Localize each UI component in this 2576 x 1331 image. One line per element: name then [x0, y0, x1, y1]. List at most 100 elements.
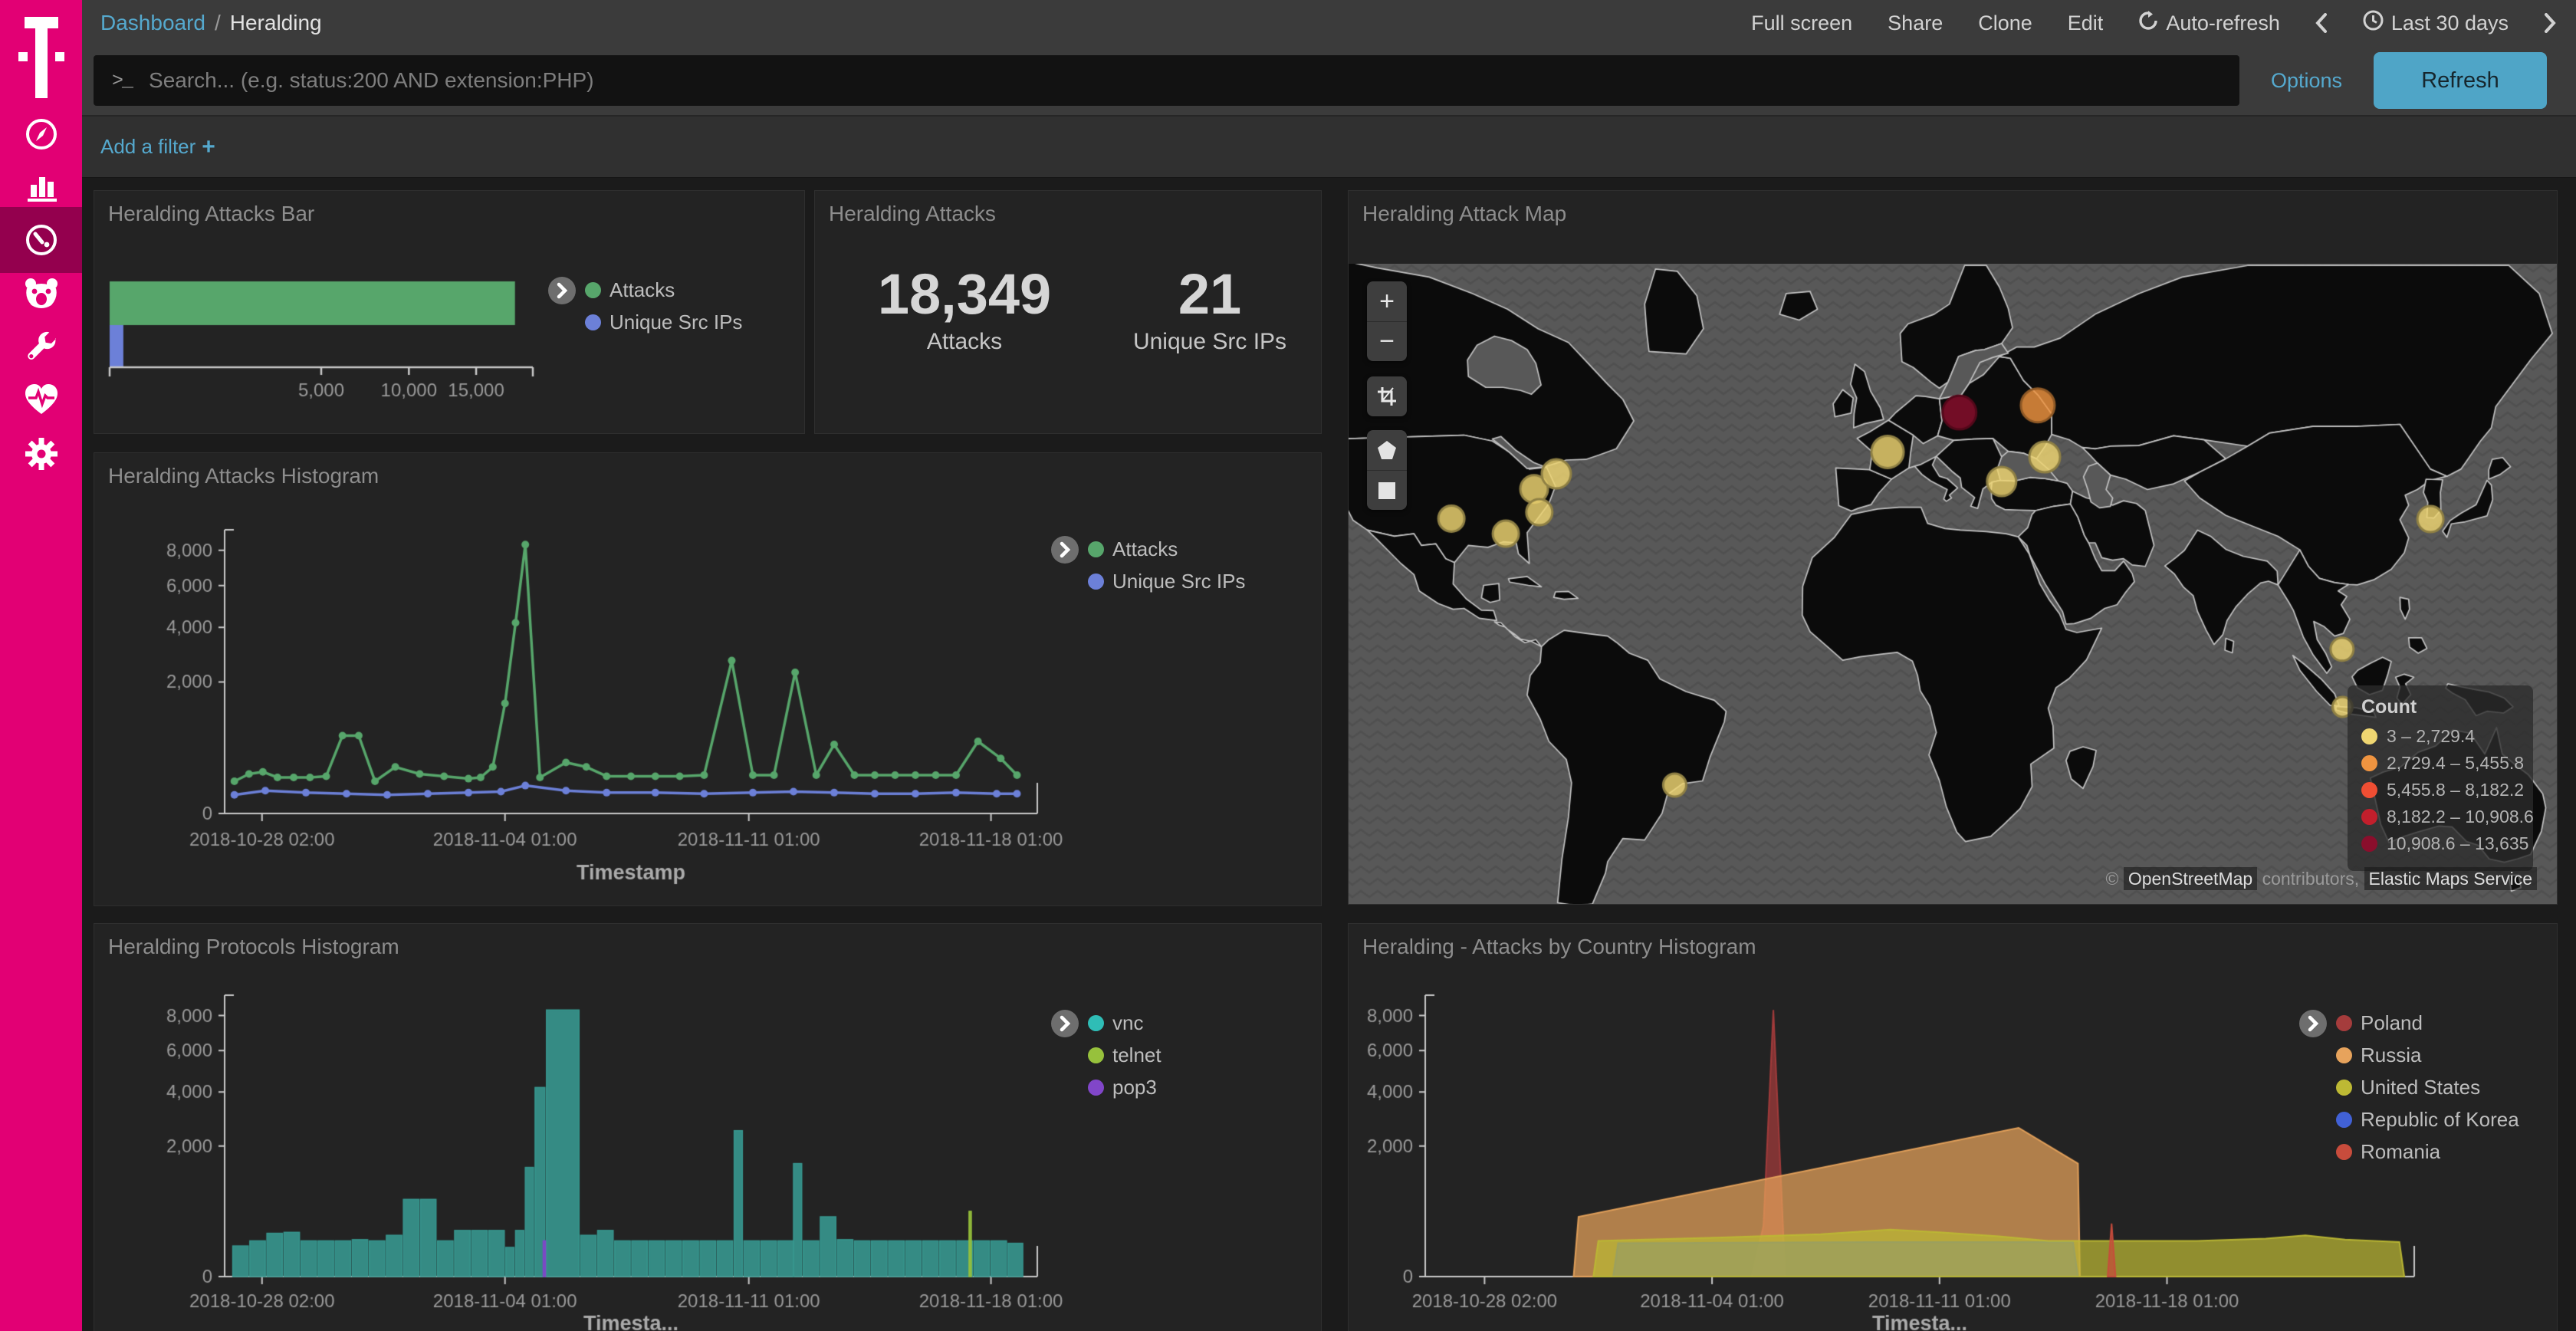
- sidebar-item-dashboard[interactable]: [0, 207, 82, 273]
- compass-icon: [25, 117, 58, 151]
- legend-item[interactable]: United States: [2336, 1076, 2519, 1099]
- legend-dot: [585, 282, 601, 298]
- legend-item[interactable]: Russia: [2336, 1043, 2519, 1067]
- search-input[interactable]: [147, 67, 2221, 94]
- legend-dot: [2361, 755, 2377, 771]
- metric-attacks: 18,349 Attacks: [815, 265, 1114, 355]
- sidebar-item-visualize[interactable]: [0, 159, 82, 213]
- bar-chart-icon: [25, 169, 58, 203]
- sidebar-item-tpot[interactable]: [0, 267, 82, 320]
- top-navigation-bar: Dashboard / Heralding Full screen Share …: [82, 0, 2576, 46]
- legend-item[interactable]: 3 – 2,729.4: [2361, 726, 2519, 747]
- legend-dot: [2336, 1047, 2352, 1063]
- panel-heralding-attack-map: Heralding Attack Map + − Count 3 – 2,729…: [1348, 190, 2558, 905]
- bear-icon: [24, 278, 59, 310]
- panel-title: Heralding Protocols Histogram: [108, 935, 399, 959]
- heartbeat-icon: [24, 383, 59, 416]
- sidebar-item-discover[interactable]: [0, 107, 82, 161]
- breadcrumb: Dashboard / Heralding: [100, 11, 322, 35]
- gear-icon: [25, 437, 58, 471]
- legend-dot: [2336, 1112, 2352, 1128]
- legend-item[interactable]: Attacks: [585, 278, 742, 302]
- legend-item[interactable]: 8,182.2 – 10,908.6: [2361, 807, 2519, 827]
- panel-title: Heralding Attack Map: [1362, 202, 1566, 226]
- crop-icon[interactable]: [1367, 376, 1407, 416]
- chart-legend: Attacks Unique Src IPs: [548, 277, 742, 334]
- legend-item[interactable]: 5,455.8 – 8,182.2: [2361, 780, 2519, 800]
- legend-toggle-chevron-icon[interactable]: [1051, 1010, 1079, 1037]
- legend-toggle-chevron-icon[interactable]: [1051, 536, 1079, 564]
- panel-heralding-attacks-histogram: Heralding Attacks Histogram Attacks Uniq…: [94, 452, 1322, 906]
- map-count-legend: Count 3 – 2,729.4 2,729.4 – 5,455.8 5,45…: [2348, 685, 2533, 871]
- clock-icon: [2363, 10, 2384, 36]
- breadcrumb-current: Heralding: [230, 11, 322, 35]
- map-attribution: © OpenStreetMap contributors, Elastic Ma…: [2105, 869, 2537, 889]
- legend-toggle-chevron-icon[interactable]: [548, 277, 576, 304]
- time-range-back-button[interactable]: [2315, 13, 2328, 33]
- openstreetmap-link[interactable]: OpenStreetMap: [2124, 867, 2257, 890]
- legend-dot: [1088, 1047, 1104, 1063]
- draw-rectangle-button[interactable]: [1367, 470, 1407, 510]
- legend-dot: [585, 314, 601, 330]
- app-sidebar: [0, 0, 82, 1331]
- search-options-link[interactable]: Options: [2239, 69, 2374, 93]
- legend-dot: [1088, 1015, 1104, 1031]
- protocols-histogram-canvas[interactable]: [94, 924, 1322, 1331]
- legend-item[interactable]: telnet: [1088, 1043, 1162, 1067]
- legend-toggle-chevron-icon[interactable]: [2299, 1010, 2327, 1037]
- metric-unique-src-ips: 21 Unique Src IPs: [1114, 265, 1306, 355]
- filter-bar: Add a filter +: [82, 117, 2576, 178]
- legend-dot: [2361, 836, 2377, 852]
- breadcrumb-dashboard-link[interactable]: Dashboard: [100, 11, 205, 35]
- legend-item[interactable]: Unique Src IPs: [1088, 570, 1245, 593]
- legend-item[interactable]: Unique Src IPs: [585, 311, 742, 334]
- share-button[interactable]: Share: [1888, 12, 1943, 35]
- panel-attacks-by-country-histogram: Heralding - Attacks by Country Histogram…: [1348, 923, 2558, 1331]
- time-range-picker[interactable]: Last 30 days: [2363, 10, 2509, 36]
- legend-dot: [1088, 1080, 1104, 1096]
- legend-dot: [2361, 809, 2377, 825]
- full-screen-button[interactable]: Full screen: [1751, 12, 1852, 35]
- kibana-dashboard: Dashboard / Heralding Full screen Share …: [0, 0, 2576, 1331]
- edit-button[interactable]: Edit: [2068, 12, 2104, 35]
- panel-title: Heralding Attacks Bar: [108, 202, 314, 226]
- legend-dot: [2336, 1144, 2352, 1160]
- sidebar-item-devtools[interactable]: [0, 320, 82, 374]
- chart-legend: Attacks Unique Src IPs: [1051, 536, 1245, 593]
- legend-item[interactable]: Romania: [2336, 1140, 2519, 1164]
- legend-item[interactable]: Attacks: [1088, 537, 1245, 561]
- panel-heralding-attacks-metric: Heralding Attacks 18,349 Attacks 21 Uniq…: [814, 190, 1322, 434]
- search-row: >_ Options Refresh: [82, 46, 2576, 117]
- panel-heralding-attacks-bar: Heralding Attacks Bar Attacks Unique Src…: [94, 190, 805, 434]
- breadcrumb-separator: /: [215, 11, 221, 35]
- legend-item[interactable]: 2,729.4 – 5,455.8: [2361, 753, 2519, 774]
- plus-icon: +: [202, 134, 215, 160]
- zoom-in-button[interactable]: +: [1367, 281, 1407, 321]
- top-menu: Full screen Share Clone Edit Auto-refres…: [1751, 10, 2556, 36]
- legend-item[interactable]: pop3: [1088, 1076, 1162, 1099]
- clone-button[interactable]: Clone: [1978, 12, 2032, 35]
- panel-title: Heralding Attacks: [829, 202, 996, 226]
- legend-item[interactable]: Poland: [2336, 1011, 2519, 1035]
- zoom-out-button[interactable]: −: [1367, 321, 1407, 361]
- legend-item[interactable]: vnc: [1088, 1011, 1162, 1035]
- panel-title: Heralding - Attacks by Country Histogram: [1362, 935, 1756, 959]
- add-filter-button[interactable]: Add a filter +: [100, 134, 215, 160]
- elastic-maps-service-link[interactable]: Elastic Maps Service: [2364, 867, 2537, 890]
- time-range-forward-button[interactable]: [2544, 13, 2556, 33]
- auto-refresh-button[interactable]: Auto-refresh: [2138, 11, 2280, 36]
- legend-dot: [2361, 782, 2377, 798]
- telekom-logo[interactable]: [0, 12, 82, 103]
- legend-item[interactable]: Republic of Korea: [2336, 1108, 2519, 1132]
- sidebar-item-management[interactable]: [0, 427, 82, 481]
- attacks-histogram-canvas[interactable]: [94, 453, 1322, 907]
- legend-dot: [2336, 1015, 2352, 1031]
- draw-polygon-button[interactable]: [1367, 430, 1407, 470]
- search-box: >_: [94, 55, 2239, 106]
- legend-item[interactable]: 10,908.6 – 13,635: [2361, 833, 2519, 854]
- sidebar-item-monitoring[interactable]: [0, 373, 82, 426]
- legend-dot: [1088, 573, 1104, 590]
- legend-dot: [1088, 541, 1104, 557]
- map-crop-control: [1367, 376, 1407, 416]
- refresh-button[interactable]: Refresh: [2374, 52, 2547, 109]
